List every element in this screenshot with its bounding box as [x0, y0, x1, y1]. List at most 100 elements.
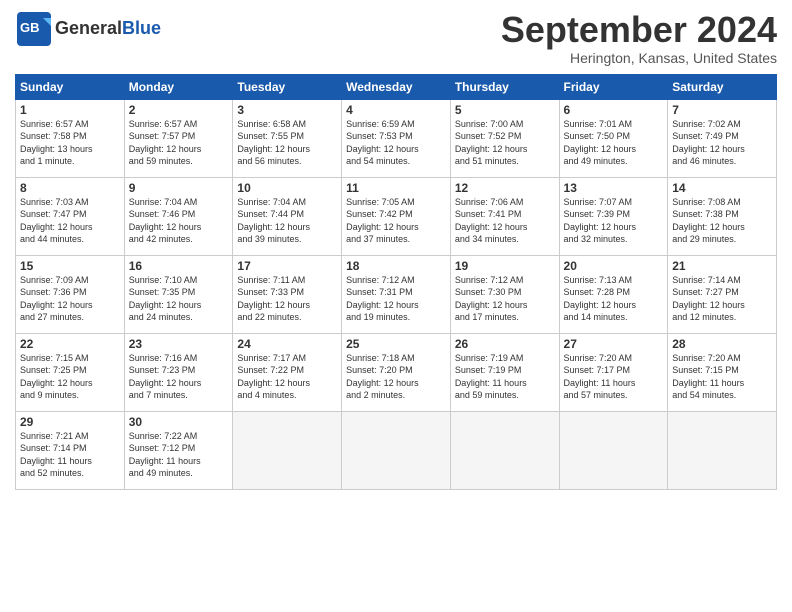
calendar-cell: 4Sunrise: 6:59 AMSunset: 7:53 PMDaylight…	[342, 99, 451, 177]
day-number: 1	[20, 103, 120, 117]
day-info: Sunrise: 7:10 AMSunset: 7:35 PMDaylight:…	[129, 274, 229, 324]
day-info: Sunrise: 7:04 AMSunset: 7:46 PMDaylight:…	[129, 196, 229, 246]
logo-icon: GB	[15, 10, 53, 48]
calendar-cell	[450, 411, 559, 489]
day-number: 24	[237, 337, 337, 351]
day-info: Sunrise: 7:02 AMSunset: 7:49 PMDaylight:…	[672, 118, 772, 168]
day-number: 12	[455, 181, 555, 195]
day-number: 4	[346, 103, 446, 117]
title-area: September 2024 Herington, Kansas, United…	[501, 10, 777, 66]
day-number: 25	[346, 337, 446, 351]
calendar-cell: 28Sunrise: 7:20 AMSunset: 7:15 PMDayligh…	[668, 333, 777, 411]
day-info: Sunrise: 7:07 AMSunset: 7:39 PMDaylight:…	[564, 196, 664, 246]
day-number: 11	[346, 181, 446, 195]
day-number: 26	[455, 337, 555, 351]
calendar-week-2: 8Sunrise: 7:03 AMSunset: 7:47 PMDaylight…	[16, 177, 777, 255]
day-number: 7	[672, 103, 772, 117]
day-number: 22	[20, 337, 120, 351]
calendar-week-3: 15Sunrise: 7:09 AMSunset: 7:36 PMDayligh…	[16, 255, 777, 333]
calendar-cell	[342, 411, 451, 489]
col-sunday: Sunday	[16, 74, 125, 99]
calendar-cell: 22Sunrise: 7:15 AMSunset: 7:25 PMDayligh…	[16, 333, 125, 411]
calendar-week-1: 1Sunrise: 6:57 AMSunset: 7:58 PMDaylight…	[16, 99, 777, 177]
day-number: 17	[237, 259, 337, 273]
day-info: Sunrise: 7:14 AMSunset: 7:27 PMDaylight:…	[672, 274, 772, 324]
calendar-week-5: 29Sunrise: 7:21 AMSunset: 7:14 PMDayligh…	[16, 411, 777, 489]
day-info: Sunrise: 7:08 AMSunset: 7:38 PMDaylight:…	[672, 196, 772, 246]
calendar-cell: 1Sunrise: 6:57 AMSunset: 7:58 PMDaylight…	[16, 99, 125, 177]
day-number: 9	[129, 181, 229, 195]
day-info: Sunrise: 7:13 AMSunset: 7:28 PMDaylight:…	[564, 274, 664, 324]
day-info: Sunrise: 7:03 AMSunset: 7:47 PMDaylight:…	[20, 196, 120, 246]
day-number: 13	[564, 181, 664, 195]
day-number: 20	[564, 259, 664, 273]
day-number: 30	[129, 415, 229, 429]
day-number: 23	[129, 337, 229, 351]
day-number: 21	[672, 259, 772, 273]
calendar-cell: 19Sunrise: 7:12 AMSunset: 7:30 PMDayligh…	[450, 255, 559, 333]
day-number: 28	[672, 337, 772, 351]
day-number: 8	[20, 181, 120, 195]
col-wednesday: Wednesday	[342, 74, 451, 99]
calendar-cell: 29Sunrise: 7:21 AMSunset: 7:14 PMDayligh…	[16, 411, 125, 489]
day-info: Sunrise: 6:57 AMSunset: 7:57 PMDaylight:…	[129, 118, 229, 168]
calendar-cell: 5Sunrise: 7:00 AMSunset: 7:52 PMDaylight…	[450, 99, 559, 177]
day-info: Sunrise: 7:18 AMSunset: 7:20 PMDaylight:…	[346, 352, 446, 402]
calendar-table: Sunday Monday Tuesday Wednesday Thursday…	[15, 74, 777, 490]
col-thursday: Thursday	[450, 74, 559, 99]
month-title: September 2024	[501, 10, 777, 50]
calendar-cell: 12Sunrise: 7:06 AMSunset: 7:41 PMDayligh…	[450, 177, 559, 255]
page-container: GB GeneralBlue September 2024 Herington,…	[0, 0, 792, 495]
day-number: 19	[455, 259, 555, 273]
day-info: Sunrise: 6:57 AMSunset: 7:58 PMDaylight:…	[20, 118, 120, 168]
calendar-week-4: 22Sunrise: 7:15 AMSunset: 7:25 PMDayligh…	[16, 333, 777, 411]
calendar-cell: 10Sunrise: 7:04 AMSunset: 7:44 PMDayligh…	[233, 177, 342, 255]
calendar-cell: 2Sunrise: 6:57 AMSunset: 7:57 PMDaylight…	[124, 99, 233, 177]
calendar-cell: 25Sunrise: 7:18 AMSunset: 7:20 PMDayligh…	[342, 333, 451, 411]
day-info: Sunrise: 7:15 AMSunset: 7:25 PMDaylight:…	[20, 352, 120, 402]
logo-blue: Blue	[122, 18, 161, 38]
day-number: 14	[672, 181, 772, 195]
day-info: Sunrise: 7:12 AMSunset: 7:30 PMDaylight:…	[455, 274, 555, 324]
day-number: 5	[455, 103, 555, 117]
svg-text:GB: GB	[20, 20, 40, 35]
calendar-cell: 9Sunrise: 7:04 AMSunset: 7:46 PMDaylight…	[124, 177, 233, 255]
day-info: Sunrise: 7:06 AMSunset: 7:41 PMDaylight:…	[455, 196, 555, 246]
calendar-cell: 26Sunrise: 7:19 AMSunset: 7:19 PMDayligh…	[450, 333, 559, 411]
calendar-cell: 11Sunrise: 7:05 AMSunset: 7:42 PMDayligh…	[342, 177, 451, 255]
day-info: Sunrise: 6:59 AMSunset: 7:53 PMDaylight:…	[346, 118, 446, 168]
calendar-cell: 20Sunrise: 7:13 AMSunset: 7:28 PMDayligh…	[559, 255, 668, 333]
day-info: Sunrise: 7:09 AMSunset: 7:36 PMDaylight:…	[20, 274, 120, 324]
day-number: 27	[564, 337, 664, 351]
day-number: 6	[564, 103, 664, 117]
day-info: Sunrise: 7:11 AMSunset: 7:33 PMDaylight:…	[237, 274, 337, 324]
day-number: 2	[129, 103, 229, 117]
day-info: Sunrise: 7:16 AMSunset: 7:23 PMDaylight:…	[129, 352, 229, 402]
col-monday: Monday	[124, 74, 233, 99]
day-info: Sunrise: 7:17 AMSunset: 7:22 PMDaylight:…	[237, 352, 337, 402]
day-info: Sunrise: 7:22 AMSunset: 7:12 PMDaylight:…	[129, 430, 229, 480]
day-info: Sunrise: 7:12 AMSunset: 7:31 PMDaylight:…	[346, 274, 446, 324]
calendar-cell: 18Sunrise: 7:12 AMSunset: 7:31 PMDayligh…	[342, 255, 451, 333]
calendar-cell	[668, 411, 777, 489]
calendar-cell: 23Sunrise: 7:16 AMSunset: 7:23 PMDayligh…	[124, 333, 233, 411]
calendar-cell: 15Sunrise: 7:09 AMSunset: 7:36 PMDayligh…	[16, 255, 125, 333]
day-info: Sunrise: 7:00 AMSunset: 7:52 PMDaylight:…	[455, 118, 555, 168]
calendar-cell: 14Sunrise: 7:08 AMSunset: 7:38 PMDayligh…	[668, 177, 777, 255]
day-number: 18	[346, 259, 446, 273]
calendar-cell: 17Sunrise: 7:11 AMSunset: 7:33 PMDayligh…	[233, 255, 342, 333]
location: Herington, Kansas, United States	[501, 50, 777, 66]
col-friday: Friday	[559, 74, 668, 99]
day-info: Sunrise: 7:04 AMSunset: 7:44 PMDaylight:…	[237, 196, 337, 246]
calendar-cell	[559, 411, 668, 489]
calendar-cell: 3Sunrise: 6:58 AMSunset: 7:55 PMDaylight…	[233, 99, 342, 177]
calendar-cell: 16Sunrise: 7:10 AMSunset: 7:35 PMDayligh…	[124, 255, 233, 333]
logo-general: General	[55, 18, 122, 38]
day-info: Sunrise: 7:20 AMSunset: 7:15 PMDaylight:…	[672, 352, 772, 402]
day-info: Sunrise: 7:05 AMSunset: 7:42 PMDaylight:…	[346, 196, 446, 246]
day-info: Sunrise: 7:21 AMSunset: 7:14 PMDaylight:…	[20, 430, 120, 480]
header: GB GeneralBlue September 2024 Herington,…	[15, 10, 777, 66]
calendar-cell: 24Sunrise: 7:17 AMSunset: 7:22 PMDayligh…	[233, 333, 342, 411]
day-number: 3	[237, 103, 337, 117]
day-info: Sunrise: 6:58 AMSunset: 7:55 PMDaylight:…	[237, 118, 337, 168]
